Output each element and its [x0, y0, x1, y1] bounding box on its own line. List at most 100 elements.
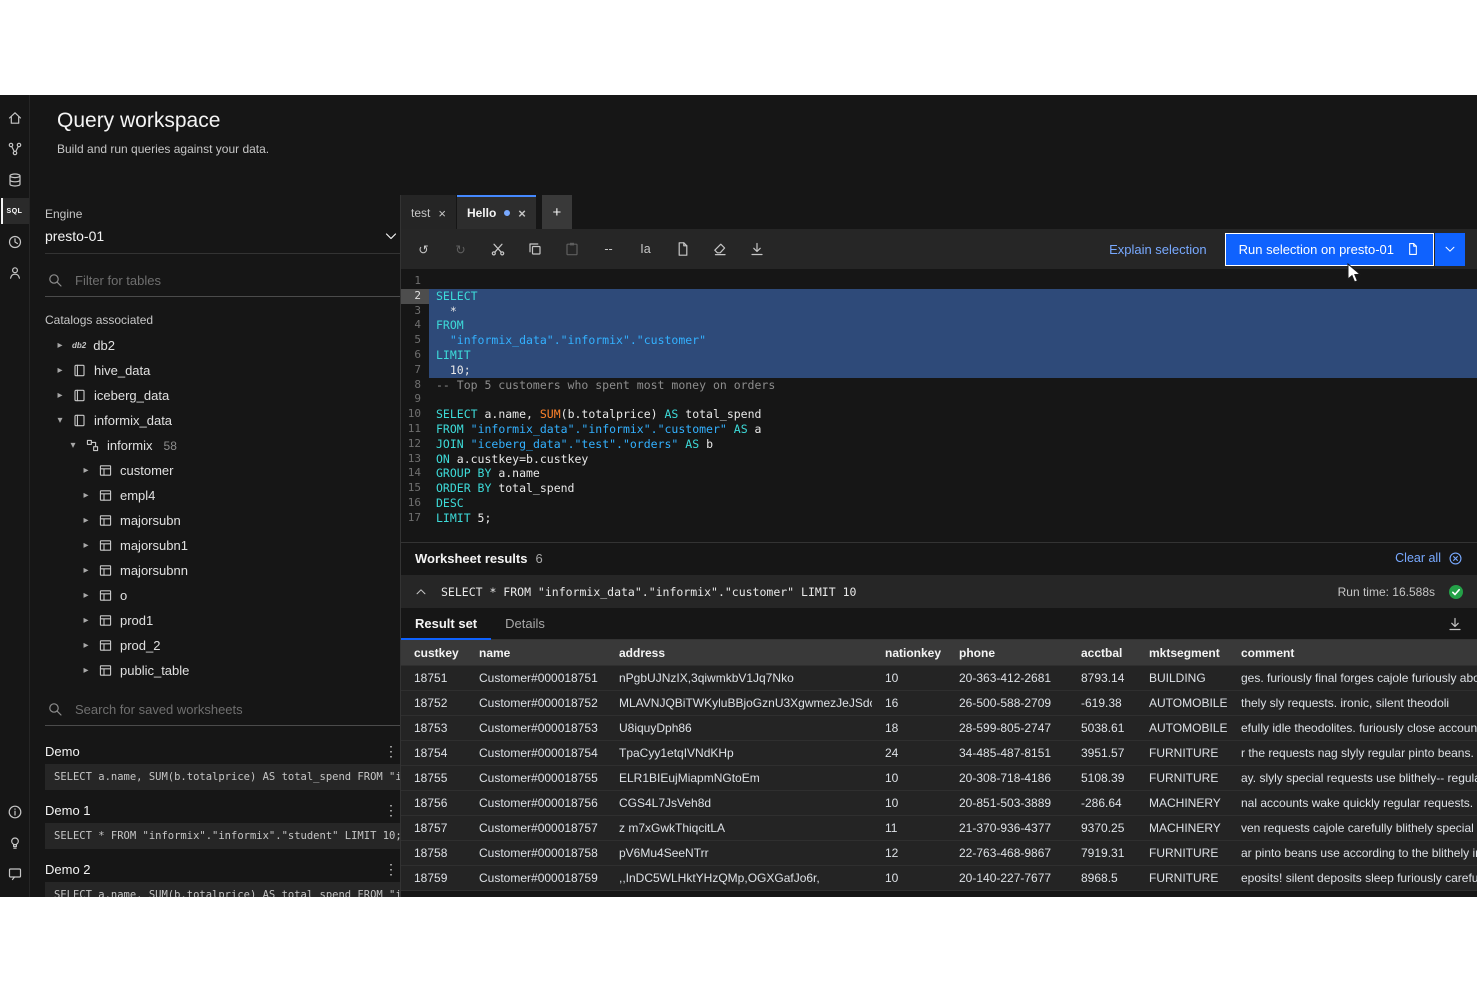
caret-icon[interactable]: ▾ [68, 440, 78, 451]
code-text: * [429, 304, 1477, 319]
close-tab-icon[interactable]: × [438, 206, 446, 221]
tree-item-hive_data[interactable]: ▸hive_data [45, 358, 401, 383]
tree-item-public_table[interactable]: ▸public_table [45, 658, 401, 683]
overflow-menu-icon[interactable]: ⋮ [381, 743, 401, 760]
cut-icon[interactable] [479, 233, 516, 265]
filter-tables-input[interactable] [73, 272, 399, 289]
caret-icon[interactable]: ▸ [81, 615, 91, 626]
worksheet-snippet[interactable]: SELECT * FROM "informix"."informix"."stu… [45, 823, 401, 849]
close-tab-icon[interactable]: × [518, 206, 526, 221]
save-icon[interactable] [738, 233, 775, 265]
cell-acctbal: 3951.57 [1068, 746, 1136, 760]
caret-icon[interactable]: ▸ [81, 515, 91, 526]
line-number: 7 [401, 363, 429, 378]
comment-icon[interactable]: -- [590, 233, 627, 265]
code-text: SELECT a.name, SUM(b.totalprice) AS tota… [429, 407, 1477, 422]
code-text: GROUP BY a.name [429, 466, 1477, 481]
tree-item-label: informix [107, 438, 153, 453]
column-header-mktsegment: mktsegment [1136, 646, 1228, 660]
caret-icon[interactable]: ▸ [81, 665, 91, 676]
tree-item-iceberg_data[interactable]: ▸iceberg_data [45, 383, 401, 408]
data-manager-icon[interactable] [1, 167, 29, 193]
caret-icon[interactable]: ▸ [81, 565, 91, 576]
feedback-icon[interactable] [1, 861, 29, 887]
idea-icon[interactable] [1, 830, 29, 856]
tree-item-majorsubn[interactable]: ▸majorsubn [45, 508, 401, 533]
line-number: 15 [401, 481, 429, 496]
tree-item-customer[interactable]: ▸ customer [45, 458, 401, 483]
format-icon[interactable]: Ia [627, 233, 664, 265]
worksheet-tab-Hello[interactable]: Hello× [457, 195, 536, 229]
code-text: "informix_data"."informix"."customer" [429, 333, 1477, 348]
copy-icon[interactable] [516, 233, 553, 265]
download-results-icon[interactable] [1447, 616, 1463, 632]
info-icon[interactable] [1, 799, 29, 825]
result-query-row[interactable]: SELECT * FROM "informix_data"."informix"… [401, 575, 1477, 608]
editor-line: 2SELECT [401, 289, 1477, 304]
projects-icon[interactable] [1, 136, 29, 162]
overflow-menu-icon[interactable]: ⋮ [381, 861, 401, 878]
tree-item-informix_data[interactable]: ▾informix_data [45, 408, 401, 433]
worksheet-snippet[interactable]: SELECT a.name, SUM(b.totalprice) AS tota… [45, 882, 401, 897]
worksheet-name-row[interactable]: Demo 1⋮ [45, 797, 401, 823]
tree-item-label: customer [120, 463, 173, 478]
line-number: 8 [401, 378, 429, 393]
home-icon[interactable] [1, 105, 29, 131]
tab-result-set[interactable]: Result set [401, 610, 491, 640]
caret-icon[interactable]: ▾ [55, 415, 65, 426]
caret-icon[interactable]: ▸ [81, 640, 91, 651]
tree-item-empl4[interactable]: ▸empl4 [45, 483, 401, 508]
tree-item-o[interactable]: ▸o [45, 583, 401, 608]
clear-all-button[interactable]: Clear all [1395, 551, 1463, 566]
caret-icon[interactable]: ▸ [81, 490, 91, 501]
worksheet-name-row[interactable]: Demo⋮ [45, 738, 401, 764]
saved-worksheets-list: Demo⋮SELECT a.name, SUM(b.totalprice) AS… [45, 738, 401, 897]
tab-details[interactable]: Details [491, 610, 559, 640]
tree-item-prod_2[interactable]: ▸prod_2 [45, 633, 401, 658]
run-selection-button[interactable]: Run selection on presto-01 [1225, 233, 1434, 266]
tree-item-informix[interactable]: ▾informix58 [45, 433, 401, 458]
cell-acctbal: 7919.31 [1068, 846, 1136, 860]
add-worksheet-button[interactable]: + [542, 195, 572, 229]
run-options-button[interactable] [1435, 233, 1465, 266]
sql-editor[interactable]: 12SELECT3 *4FROM5 "informix_data"."infor… [401, 269, 1477, 542]
table-row: 18751Customer#000018751nPgbUJNzIX,3qiwmk… [401, 666, 1477, 691]
erase-icon[interactable] [701, 233, 738, 265]
code-text: 10; [429, 363, 1477, 378]
run-worksheet-icon [1406, 242, 1420, 256]
cell-nationkey: 10 [872, 771, 946, 785]
export-icon[interactable] [664, 233, 701, 265]
engine-selector[interactable]: presto-01 [45, 221, 401, 254]
tree-item-majorsubnn[interactable]: ▸majorsubnn [45, 558, 401, 583]
access-control-icon[interactable] [1, 260, 29, 286]
query-history-icon[interactable] [1, 229, 29, 255]
line-number: 4 [401, 318, 429, 333]
editor-line: 13ON a.custkey=b.custkey [401, 452, 1477, 467]
query-workspace-icon[interactable]: SQL [1, 198, 29, 224]
editor-line: 6LIMIT [401, 348, 1477, 363]
caret-icon[interactable]: ▸ [55, 390, 65, 401]
undo-icon[interactable]: ↺ [405, 233, 442, 265]
overflow-menu-icon[interactable]: ⋮ [381, 802, 401, 819]
app-window: SQL Query workspace Build and run querie… [0, 95, 1477, 897]
explain-selection-link[interactable]: Explain selection [1109, 242, 1207, 257]
table-icon [98, 463, 113, 478]
tree-item-prod1[interactable]: ▸prod1 [45, 608, 401, 633]
worksheet-name: Demo 2 [45, 862, 91, 877]
tree-item-label: db2 [93, 338, 115, 353]
caret-icon[interactable]: ▸ [55, 340, 65, 351]
worksheet-tab-test[interactable]: test× [401, 195, 456, 229]
worksheet-snippet[interactable]: SELECT a.name, SUM(b.totalprice) AS tota… [45, 764, 401, 790]
caret-icon[interactable]: ▸ [81, 540, 91, 551]
tree-item-db2[interactable]: ▸db2db2 [45, 333, 401, 358]
caret-icon[interactable]: ▸ [55, 365, 65, 376]
tree-item-majorsubn1[interactable]: ▸majorsubn1 [45, 533, 401, 558]
results-title: Worksheet results [415, 551, 527, 566]
unsaved-dot-icon [504, 210, 510, 216]
saved-worksheets-search-input[interactable] [73, 701, 399, 718]
caret-icon[interactable]: ▸ [81, 590, 91, 601]
caret-icon[interactable]: ▸ [81, 465, 91, 476]
results-header: Worksheet results 6 Clear all [401, 543, 1477, 573]
cell-name: Customer#000018758 [466, 846, 606, 860]
worksheet-name-row[interactable]: Demo 2 ⋮ [45, 856, 401, 882]
